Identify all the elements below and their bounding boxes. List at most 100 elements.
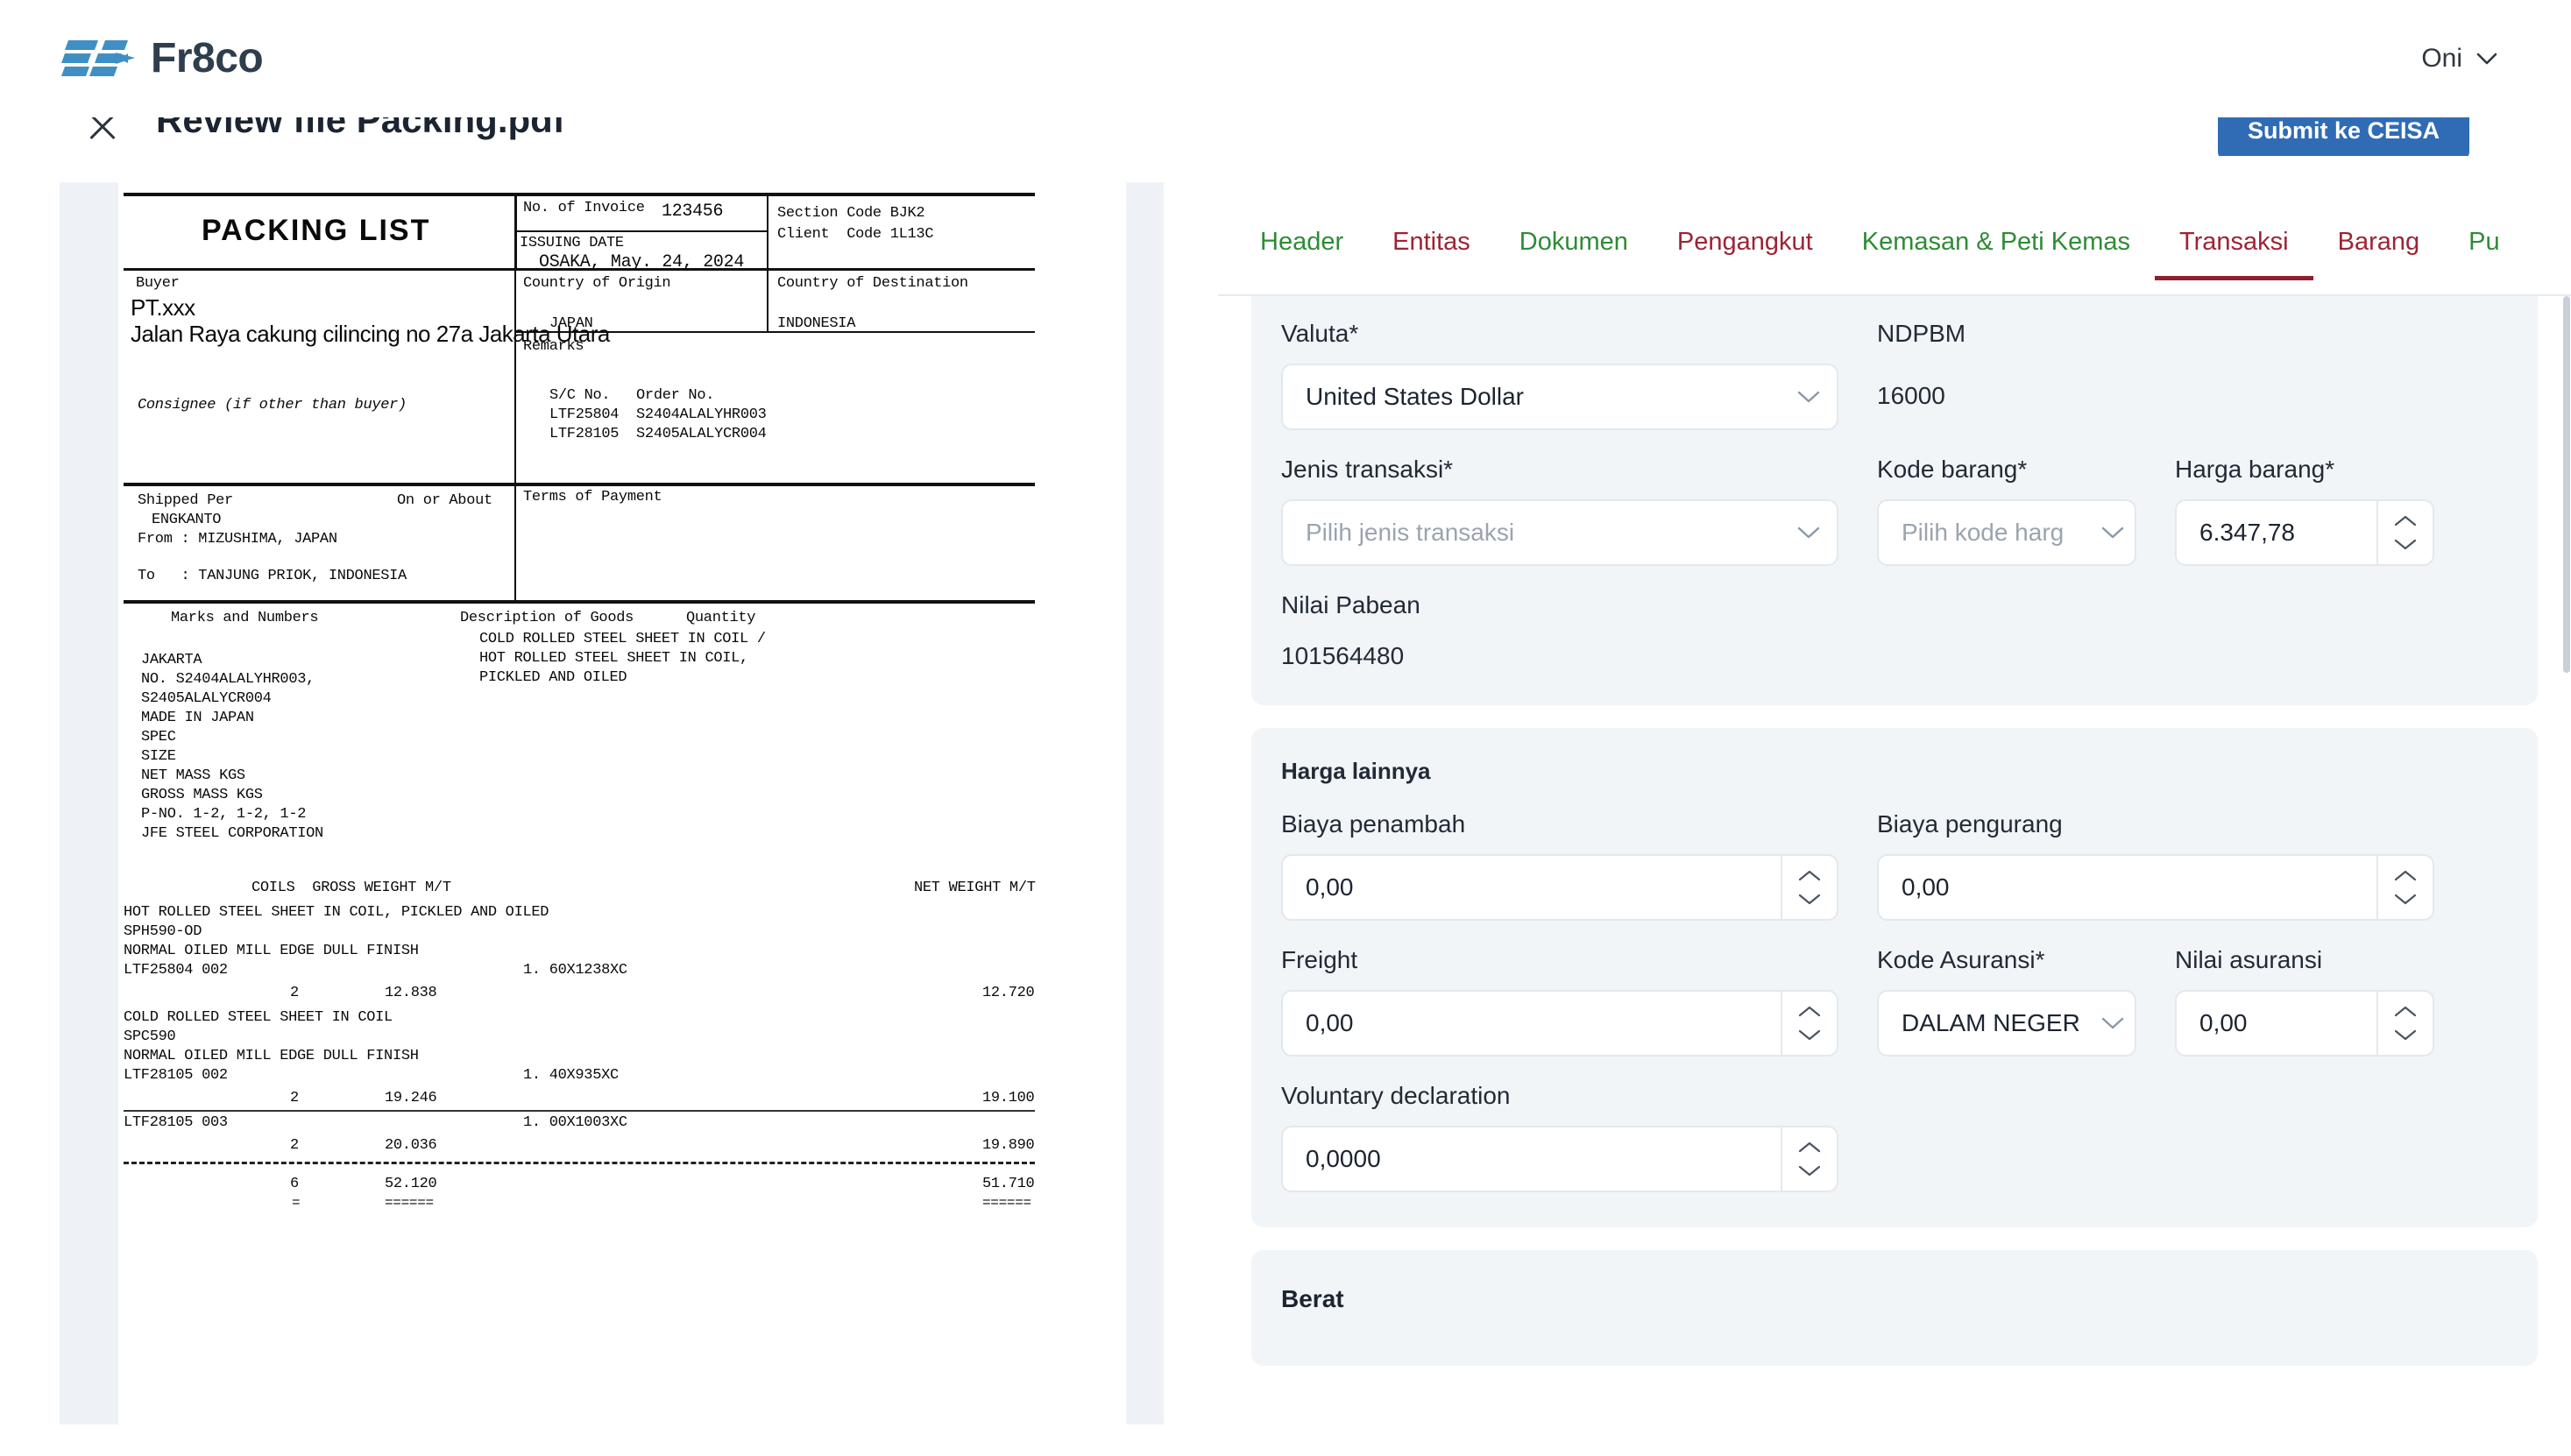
freight-stepper[interactable]: 0,00 (1281, 990, 1838, 1057)
doc-table-gross: 12.838 (385, 985, 436, 1001)
doc-vessel: ENGKANTO (152, 512, 221, 528)
harga-lainnya-card: Harga lainnya Biaya penambah 0,00 Biaya … (1251, 728, 2538, 1226)
field-biaya-penambah: Biaya penambah 0,00 (1281, 811, 1838, 921)
tab-dokumen[interactable]: Dokumen (1495, 228, 1653, 280)
doc-to-line: To : TANJUNG PRIOK, INDONESIA (138, 568, 407, 584)
biaya-pengurang-stepper[interactable]: 0,00 (1877, 854, 2434, 921)
biaya-pengurang-spin-buttons[interactable] (2376, 856, 2433, 919)
doc-eq-net: ====== (982, 1195, 1031, 1211)
doc-marks-line: SIZE (141, 748, 176, 765)
chevron-up-icon[interactable] (2393, 1005, 2418, 1019)
kode-barang-label: Kode barang* (1877, 456, 2136, 484)
doc-table-net: 19.890 (982, 1137, 1034, 1154)
form-scrollbar-thumb[interactable] (2563, 296, 2570, 673)
chevron-up-icon[interactable] (1797, 1005, 1822, 1019)
tab-pungutan[interactable]: Pu (2444, 228, 2524, 280)
kode-asuransi-label: Kode Asuransi* (1877, 947, 2136, 974)
jenis-transaksi-placeholder: Pilih jenis transaksi (1283, 519, 1781, 547)
doc-table-line: NORMAL OILED MILL EDGE DULL FINISH (124, 1048, 419, 1064)
voluntary-declaration-stepper[interactable]: 0,0000 (1281, 1126, 1838, 1192)
doc-issuing-date: OSAKA, May. 24, 2024 (539, 252, 744, 272)
doc-marks-line: JFE STEEL CORPORATION (141, 825, 323, 842)
doc-title: PACKING LIST (202, 214, 430, 248)
jenis-transaksi-select[interactable]: Pilih jenis transaksi (1281, 499, 1838, 566)
doc-marks-label: Marks and Numbers (171, 610, 318, 626)
chevron-up-icon[interactable] (1797, 869, 1822, 883)
biaya-penambah-spin-buttons[interactable] (1781, 856, 1837, 919)
ndpbm-value: 16000 (1877, 383, 2434, 410)
kode-barang-select[interactable]: Pilih kode harg (1877, 499, 2136, 566)
kode-asuransi-value: DALAM NEGER (1879, 1009, 2091, 1037)
brand-name: Fr8co (151, 38, 263, 80)
row-freight-asuransi: Freight 0,00 Kode Asuransi* DALAM NEGER (1281, 947, 2508, 1057)
row-biaya: Biaya penambah 0,00 Biaya pengurang 0,00 (1281, 811, 2508, 921)
field-voluntary-declaration: Voluntary declaration 0,0000 (1281, 1083, 1838, 1192)
doc-table-line: SPH590-OD (124, 923, 202, 940)
chevron-down-icon[interactable] (2393, 892, 2418, 906)
chevron-up-icon[interactable] (1797, 1141, 1822, 1155)
doc-marks-line: JAKARTA (141, 652, 202, 668)
form-scroll-area[interactable]: Valuta* United States Dollar NDPBM 16000… (1218, 296, 2571, 1456)
doc-country-dest-label: Country of Destination (777, 275, 968, 292)
biaya-penambah-stepper[interactable]: 0,00 (1281, 854, 1838, 921)
row-voluntary-declaration: Voluntary declaration 0,0000 (1281, 1083, 2508, 1192)
ndpbm-label: NDPBM (1877, 321, 2434, 348)
doc-table-head-right: NET WEIGHT M/T (914, 880, 1036, 896)
row-nilai-pabean: Nilai Pabean 101564480 (1281, 592, 2508, 671)
voluntary-declaration-spin-buttons[interactable] (1781, 1127, 1837, 1191)
doc-total-coils: 6 (290, 1176, 299, 1192)
chevron-down-icon[interactable] (1797, 892, 1822, 906)
freight-spin-buttons[interactable] (1781, 992, 1837, 1055)
chevron-down-icon[interactable] (1797, 1163, 1822, 1177)
doc-from-line: From : MIZUSHIMA, JAPAN (138, 531, 337, 548)
kode-asuransi-select[interactable]: DALAM NEGER (1877, 990, 2136, 1057)
doc-table-line: LTF28105 003 (124, 1114, 228, 1131)
field-kode-asuransi: Kode Asuransi* DALAM NEGER (1877, 947, 2136, 1057)
berat-heading: Berat (1281, 1285, 2508, 1313)
doc-on-or-about-label: On or About (397, 492, 492, 509)
doc-client-code: Client Code 1L13C (777, 226, 933, 243)
form-pane: Header Entitas Dokumen Pengangkut Kemasa… (1218, 156, 2571, 1456)
pdf-preview-pane[interactable]: PACKING LIST No. of Invoice 123456 ISSUI… (0, 156, 1218, 1456)
transaksi-card: Valuta* United States Dollar NDPBM 16000… (1251, 296, 2538, 705)
chevron-down-icon[interactable] (1797, 1028, 1822, 1042)
tab-entitas[interactable]: Entitas (1368, 228, 1495, 280)
chevron-down-icon[interactable] (2393, 537, 2418, 551)
nilai-asuransi-spin-buttons[interactable] (2376, 992, 2433, 1055)
tab-pengangkut[interactable]: Pengangkut (1653, 228, 1838, 280)
biaya-pengurang-label: Biaya pengurang (1877, 811, 2434, 838)
packing-list-document: PACKING LIST No. of Invoice 123456 ISSUI… (118, 182, 1126, 1424)
chevron-up-icon[interactable] (2393, 514, 2418, 528)
biaya-penambah-label: Biaya penambah (1281, 811, 1838, 838)
fr8co-logo-icon (60, 35, 135, 82)
field-biaya-pengurang: Biaya pengurang 0,00 (1877, 811, 2434, 921)
field-valuta: Valuta* United States Dollar (1281, 321, 1838, 430)
tab-header[interactable]: Header (1236, 228, 1368, 280)
nilai-asuransi-label: Nilai asuransi (2175, 947, 2434, 974)
doc-table-size: 1. 00X1003XC (523, 1114, 627, 1131)
field-nilai-pabean: Nilai Pabean 101564480 (1281, 592, 1838, 671)
tab-barang[interactable]: Barang (2313, 228, 2445, 280)
doc-eq-gross: ====== (385, 1195, 434, 1211)
valuta-select[interactable]: United States Dollar (1281, 364, 1838, 430)
chevron-down-icon[interactable] (2393, 1028, 2418, 1042)
user-menu[interactable]: Oni (2421, 44, 2497, 74)
brand-logo[interactable]: Fr8co (60, 35, 263, 82)
form-scrollbar[interactable] (2562, 296, 2571, 1456)
nilai-asuransi-value: 0,00 (2177, 1009, 2376, 1037)
chevron-up-icon[interactable] (2393, 869, 2418, 883)
tab-transaksi[interactable]: Transaksi (2155, 228, 2313, 280)
doc-table-line: NORMAL OILED MILL EDGE DULL FINISH (124, 943, 419, 959)
doc-invoice-no: 123456 (662, 201, 723, 222)
doc-table-gross: 19.246 (385, 1090, 436, 1106)
tab-kemasan-peti-kemas[interactable]: Kemasan & Peti Kemas (1838, 228, 2155, 280)
harga-barang-spin-buttons[interactable] (2376, 501, 2433, 564)
harga-barang-value: 6.347,78 (2177, 519, 2376, 547)
form-tabs[interactable]: Header Entitas Dokumen Pengangkut Kemasa… (1218, 228, 2571, 296)
doc-country-origin-label: Country of Origin (523, 275, 670, 292)
field-freight: Freight 0,00 (1281, 947, 1838, 1057)
nilai-asuransi-stepper[interactable]: 0,00 (2175, 990, 2434, 1057)
pdf-page: PACKING LIST No. of Invoice 123456 ISSUI… (118, 182, 1126, 1424)
row-valuta-ndpbm: Valuta* United States Dollar NDPBM 16000 (1281, 321, 2508, 430)
harga-barang-stepper[interactable]: 6.347,78 (2175, 499, 2434, 566)
